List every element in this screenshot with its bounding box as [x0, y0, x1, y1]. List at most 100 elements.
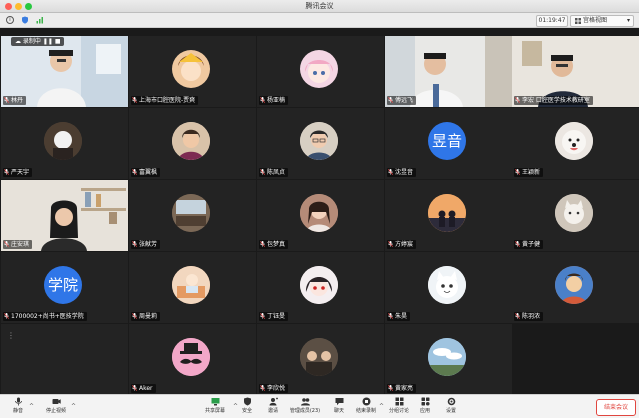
participant-nameplate: 黄子健	[514, 240, 544, 249]
participant-nameplate: 包梦真	[259, 240, 289, 249]
invite-button[interactable]: 邀请	[262, 396, 284, 417]
toolbar-label: 静音	[12, 408, 23, 414]
mic-muted-icon	[132, 97, 137, 103]
anime-girl-icon	[300, 50, 338, 88]
mic-muted-icon	[388, 241, 393, 247]
group-photo-icon	[300, 338, 338, 376]
participant-name: 张献芳	[139, 241, 158, 248]
mic-muted-icon	[388, 169, 393, 175]
camera-button[interactable]: 停止视频 ^	[42, 396, 76, 417]
chevron-up-icon[interactable]: ^	[29, 403, 34, 410]
participant-tile[interactable]: 丁钰旻	[257, 252, 384, 323]
shield-icon	[243, 397, 251, 406]
record-stop-button[interactable]: 结束录制 ^	[354, 396, 384, 417]
mic-muted-icon	[388, 97, 393, 103]
participant-tile[interactable]: 李宏 口腔医学技术教研室	[512, 36, 639, 107]
toolbar-label: 安全	[241, 408, 252, 414]
participant-name: 1700002+尚书+医技学院	[11, 313, 84, 320]
view-mode-dropdown[interactable]: 宫格视图 ▾	[570, 15, 634, 27]
chat-button[interactable]: 聊天	[328, 396, 350, 417]
signal-icon[interactable]	[36, 16, 44, 24]
participant-nameplate: 李宏 口腔医学技术教研室	[514, 96, 593, 105]
toolbar-label: 应用	[419, 408, 430, 414]
participant-name: 方婷宸	[395, 241, 414, 248]
mic-muted-icon	[132, 241, 137, 247]
sky-icon	[428, 338, 466, 376]
cartoon-girl-icon	[172, 50, 210, 88]
invite-icon	[269, 397, 278, 406]
participant-nameplate: 王颖新	[514, 168, 544, 177]
mic-muted-icon	[132, 313, 137, 319]
gear-icon	[447, 397, 455, 406]
participant-tile[interactable]: 傅远飞	[385, 36, 512, 107]
participant-tile[interactable]: 学院 1700002+尚书+医技学院	[1, 252, 128, 323]
participant-tile[interactable]: 庄安琪	[1, 180, 128, 251]
participant-name: 严天宇	[11, 169, 30, 176]
participant-tile[interactable]: 朱昊	[385, 252, 512, 323]
participant-nameplate: 周曼莉	[131, 312, 161, 321]
participant-tile[interactable]: 方婷宸	[385, 180, 512, 251]
participant-tile[interactable]: 周曼莉	[129, 252, 256, 323]
shield-icon[interactable]	[21, 16, 29, 24]
mic-muted-icon	[515, 169, 520, 175]
participant-name: 丁钰旻	[267, 313, 286, 320]
participant-tile[interactable]: ⋮	[1, 324, 128, 395]
woman-glasses-icon	[300, 122, 338, 160]
mic-muted-icon	[388, 385, 393, 391]
participant-tile[interactable]: 富翼枫	[129, 108, 256, 179]
info-icon[interactable]: i	[6, 16, 14, 24]
participant-name: 沈昱音	[395, 169, 414, 176]
chevron-up-icon[interactable]: ^	[379, 403, 384, 410]
participant-nameplate: 黄家亮	[387, 384, 417, 393]
end-meeting-button[interactable]: 结束会议	[596, 399, 636, 416]
shield-button[interactable]: 安全	[236, 396, 258, 417]
meeting-timer: 01:19:47	[536, 15, 568, 27]
participant-tile[interactable]: Aker	[129, 324, 256, 395]
participant-nameplate: 陈凤贞	[259, 168, 289, 177]
toolbar-label: 设置	[445, 408, 456, 414]
participant-name: 李宏 口腔医学技术教研室	[522, 97, 590, 104]
participant-tile[interactable]: 陈凤贞	[257, 108, 384, 179]
participant-nameplate: 庄安琪	[3, 240, 33, 249]
mic-muted-icon	[132, 169, 137, 175]
mic-muted-icon	[260, 385, 265, 391]
list-icon[interactable]: ⋮	[7, 332, 15, 340]
participant-name: 朱昊	[395, 313, 408, 320]
stop-icon[interactable]: ■	[55, 38, 61, 45]
cartoon-boy-icon	[555, 266, 593, 304]
participant-tile[interactable]: 陈羽浓	[512, 252, 639, 323]
participant-tile[interactable]: 包梦真	[257, 180, 384, 251]
participant-tile[interactable]: 杨亚楠	[257, 36, 384, 107]
participant-tile[interactable]: 张献芳	[129, 180, 256, 251]
share-screen-button[interactable]: 共享屏幕 ^	[198, 396, 238, 417]
toolbar-label: 共享屏幕	[204, 408, 225, 414]
room-icon	[172, 194, 210, 232]
woman-portrait-icon	[172, 122, 210, 160]
participant-tile[interactable]: 林丹 ☁ 录制中 ❚❚ ■	[1, 36, 128, 107]
participant-tile[interactable]: 昱音 沈昱音	[385, 108, 512, 179]
gear-button[interactable]: 设置	[440, 396, 462, 417]
participant-tile[interactable]: 严天宇	[1, 108, 128, 179]
participant-nameplate: Aker	[131, 384, 156, 393]
participant-tile[interactable]: 上海市口腔医院-贾爽	[129, 36, 256, 107]
participant-nameplate: 李欣悦	[259, 384, 289, 393]
members-button[interactable]: 管理成员(23)	[288, 396, 322, 417]
participant-nameplate: 方婷宸	[387, 240, 417, 249]
mustache-icon	[172, 338, 210, 376]
microphone-button[interactable]: 静音 ^	[8, 396, 34, 417]
cat-icon	[555, 194, 593, 232]
mic-muted-icon	[260, 241, 265, 247]
pause-icon[interactable]: ❚❚	[41, 38, 55, 45]
apps-button[interactable]: 应用	[414, 396, 436, 417]
masked-figure-icon	[44, 122, 82, 160]
mic-muted-icon	[260, 313, 265, 319]
breakout-button[interactable]: 分组讨论	[388, 396, 410, 417]
participant-tile[interactable]: 王颖新	[512, 108, 639, 179]
participant-tile[interactable]: 黄家亮	[385, 324, 512, 395]
mic-muted-icon	[4, 241, 9, 247]
meeting-info-bar: i 01:19:47 宫格视图 ▾	[0, 13, 639, 28]
participant-tile[interactable]: 李欣悦	[257, 324, 384, 395]
recording-indicator[interactable]: ☁ 录制中 ❚❚ ■	[11, 37, 65, 46]
chevron-up-icon[interactable]: ^	[71, 403, 76, 410]
participant-tile[interactable]: 黄子健	[512, 180, 639, 251]
